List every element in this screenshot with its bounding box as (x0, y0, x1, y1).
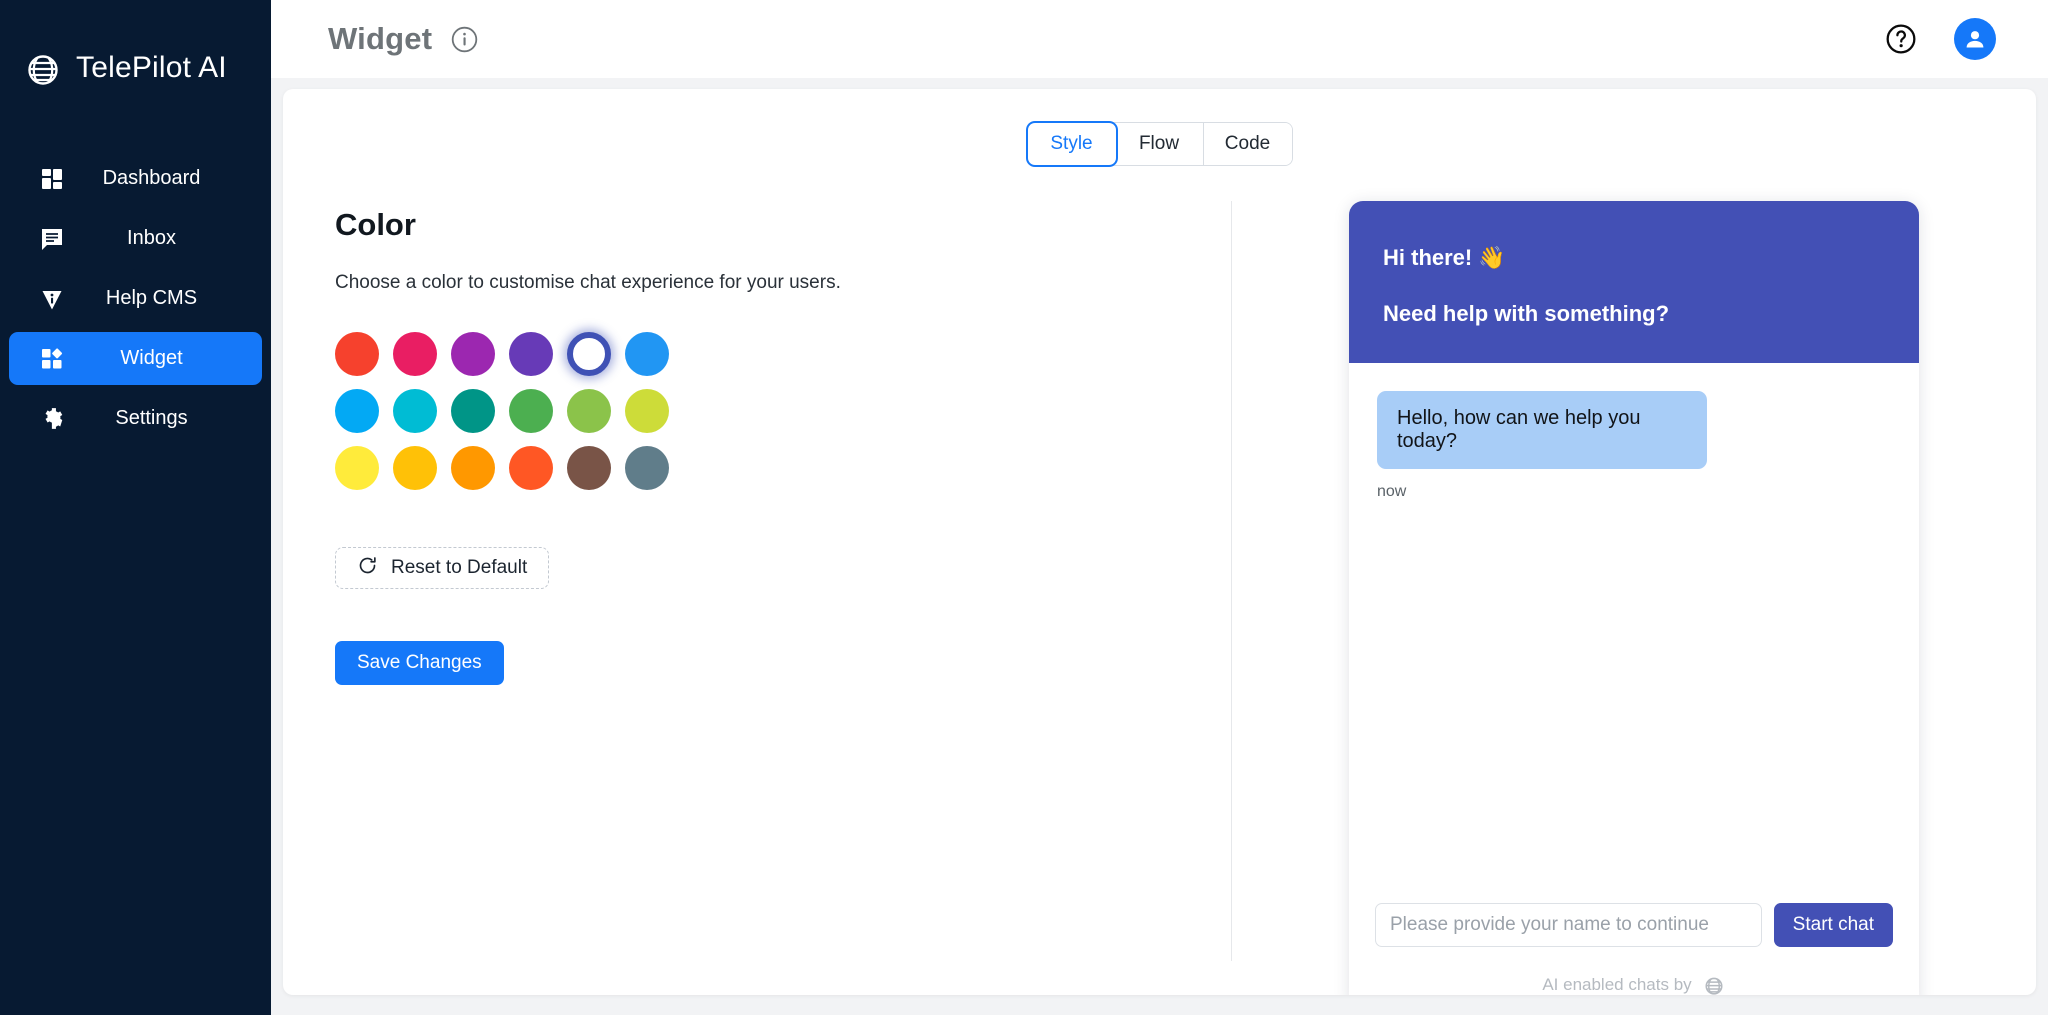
color-swatch[interactable] (393, 332, 437, 376)
topbar: Widget (271, 0, 2048, 78)
tab-bar: Style Flow Code (283, 123, 2036, 165)
sidebar-nav: Dashboard Inbox (0, 152, 271, 445)
tab-flow[interactable]: Flow (1116, 123, 1204, 165)
refresh-circle-icon (357, 555, 378, 582)
settings-card: Style Flow Code Color Choose a (283, 89, 2036, 995)
tab-code[interactable]: Code (1204, 123, 1292, 165)
color-swatch[interactable] (625, 332, 669, 376)
section-description: Choose a color to customise chat experie… (335, 272, 1231, 294)
color-swatch[interactable] (393, 389, 437, 433)
chat-lines-icon (35, 222, 69, 256)
swatch-row (335, 332, 695, 376)
sidebar-item-label: Widget (69, 347, 262, 370)
main-area: Widget (271, 0, 2048, 1015)
color-swatch[interactable] (509, 332, 553, 376)
swatch-row (335, 446, 695, 490)
app-root: TelePilot AI Dashboard (0, 0, 2048, 1015)
tab-style[interactable]: Style (1028, 123, 1116, 165)
save-changes-button[interactable]: Save Changes (335, 641, 504, 685)
chat-bubble-timestamp: now (1377, 483, 1891, 501)
content-wrapper: Style Flow Code Color Choose a (271, 78, 2048, 1015)
color-swatch[interactable] (451, 332, 495, 376)
brand: TelePilot AI (0, 0, 271, 96)
widget-header: Hi there! 👋 Need help with something? (1349, 201, 1919, 363)
tab-group: Style Flow Code (1028, 123, 1292, 165)
striped-globe-logo-icon (22, 47, 64, 89)
info-circle-icon[interactable] (449, 24, 479, 54)
color-swatch[interactable] (451, 446, 495, 490)
start-chat-button[interactable]: Start chat (1774, 903, 1893, 947)
gear-icon (35, 402, 69, 436)
color-swatch[interactable] (335, 332, 379, 376)
sidebar-item-help-cms[interactable]: Help CMS (9, 272, 262, 325)
tab-label: Style (1050, 133, 1092, 155)
widget-message-area: Hello, how can we help you today? now (1349, 363, 1919, 903)
reset-button-label: Reset to Default (391, 557, 527, 579)
color-swatch[interactable] (509, 446, 553, 490)
color-swatch[interactable] (451, 389, 495, 433)
sidebar-item-settings[interactable]: Settings (9, 392, 262, 445)
tab-label: Code (1225, 133, 1270, 155)
body-columns: Color Choose a color to customise chat e… (283, 201, 2036, 961)
brand-name: TelePilot AI (76, 51, 227, 85)
widget-preview-panel: Hi there! 👋 Need help with something? He… (1232, 201, 2036, 961)
widget-credit: AI enabled chats by (1375, 973, 1893, 995)
dashboard-grid-icon (35, 162, 69, 196)
color-swatch[interactable] (625, 389, 669, 433)
widget-credit-text: AI enabled chats by (1542, 975, 1691, 995)
widget-greeting-line2: Need help with something? (1383, 301, 1885, 327)
color-swatch[interactable] (567, 389, 611, 433)
widget-grid-icon (35, 342, 69, 376)
visitor-name-input[interactable] (1375, 903, 1762, 947)
page-title: Widget (328, 21, 432, 57)
sidebar-item-label: Settings (69, 407, 262, 430)
chat-bubble-agent: Hello, how can we help you today? (1377, 391, 1707, 469)
color-swatch[interactable] (335, 389, 379, 433)
reset-to-default-button[interactable]: Reset to Default (335, 547, 549, 589)
sidebar-item-inbox[interactable]: Inbox (9, 212, 262, 265)
section-title: Color (335, 207, 1231, 243)
color-swatch[interactable] (625, 446, 669, 490)
info-shield-icon (35, 282, 69, 316)
swatch-row (335, 389, 695, 433)
tab-label: Flow (1139, 133, 1179, 155)
sidebar-item-label: Dashboard (69, 167, 262, 190)
color-swatch[interactable] (335, 446, 379, 490)
color-swatch-grid (335, 332, 695, 490)
widget-greeting-line1: Hi there! 👋 (1383, 245, 1885, 271)
sidebar-item-label: Help CMS (69, 287, 262, 310)
sidebar-item-dashboard[interactable]: Dashboard (9, 152, 262, 205)
sidebar: TelePilot AI Dashboard (0, 0, 271, 1015)
color-swatch-selected[interactable] (567, 332, 611, 376)
widget-input-row: Start chat (1375, 903, 1893, 947)
striped-globe-logo-icon (1702, 973, 1726, 995)
color-settings-panel: Color Choose a color to customise chat e… (283, 201, 1232, 961)
question-circle-icon[interactable] (1884, 22, 1918, 56)
color-swatch[interactable] (509, 389, 553, 433)
sidebar-item-label: Inbox (69, 227, 262, 250)
widget-footer: Start chat AI enabled chats by (1349, 903, 1919, 995)
color-swatch[interactable] (567, 446, 611, 490)
color-swatch[interactable] (393, 446, 437, 490)
chat-widget-preview: Hi there! 👋 Need help with something? He… (1349, 201, 1919, 995)
user-avatar-icon[interactable] (1954, 18, 1996, 60)
sidebar-item-widget[interactable]: Widget (9, 332, 262, 385)
